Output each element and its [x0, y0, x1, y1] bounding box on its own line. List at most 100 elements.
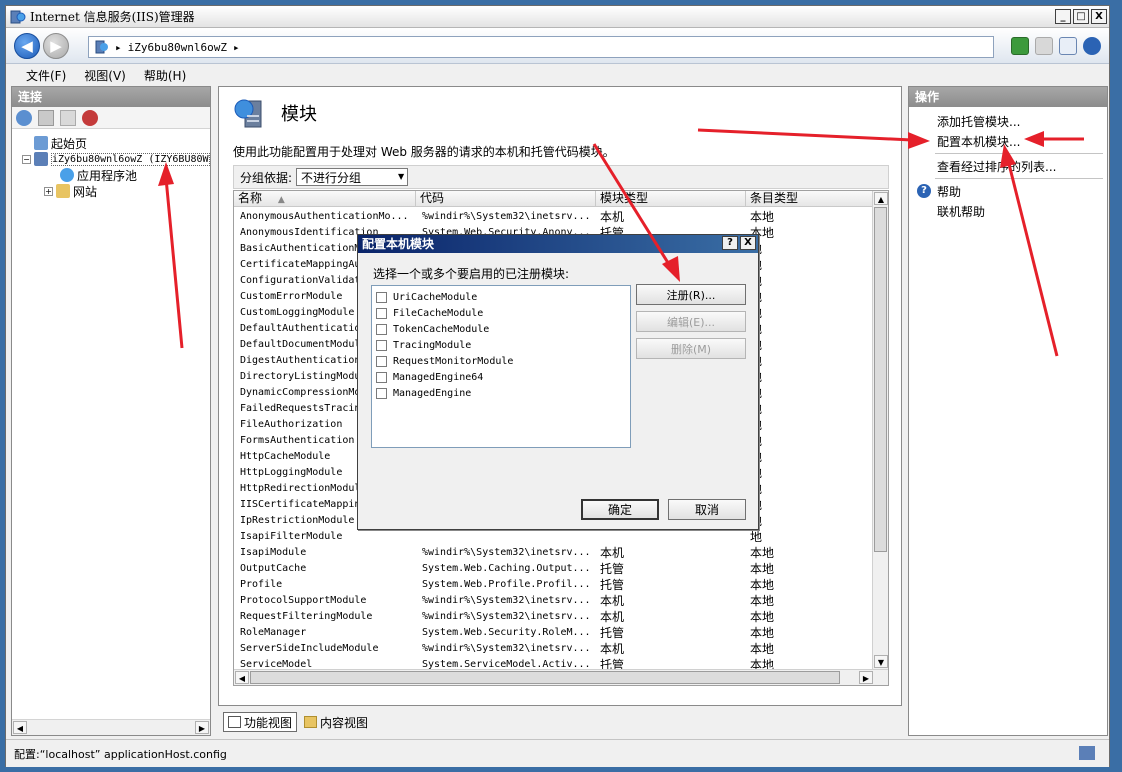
cell-code: %windir%\System32\inetsrv... [422, 210, 591, 222]
table-row[interactable]: AnonymousAuthenticationMo... %windir%\Sys… [234, 208, 874, 224]
module-checkbox[interactable] [376, 291, 387, 303]
cell-module-type: 托管 [600, 625, 625, 640]
vscroll-thumb[interactable] [874, 207, 887, 552]
cell-entry-type: 地 [746, 400, 874, 417]
help-icon[interactable] [1083, 37, 1101, 55]
module-checkbox[interactable] [376, 387, 387, 399]
grid-vscrollbar[interactable]: ▲ ▼ [872, 191, 888, 669]
list-item[interactable]: ManagedEngine [372, 385, 630, 401]
up-icon[interactable] [60, 109, 76, 126]
column-name[interactable]: 名称 ▲ [234, 191, 416, 207]
maximize-button[interactable]: □ [1073, 9, 1089, 24]
address-separator: ▸ [115, 40, 122, 54]
refresh-icon[interactable] [1011, 37, 1029, 55]
module-checkbox[interactable] [376, 371, 387, 383]
table-row[interactable]: RoleManager System.Web.Security.RoleM... 托… [234, 624, 874, 640]
address-node[interactable]: iZy6bu80wnl6owZ [128, 41, 227, 54]
home-icon[interactable] [1059, 37, 1077, 55]
save-icon[interactable] [38, 109, 54, 126]
cell-name: OutputCache [240, 562, 307, 574]
column-code[interactable]: 代码 [416, 191, 596, 207]
minimize-button[interactable]: _ [1055, 9, 1071, 24]
edit-button[interactable]: 编辑(E)... [636, 311, 746, 332]
list-item[interactable]: RequestMonitorModule [372, 353, 630, 369]
module-checkbox[interactable] [376, 307, 387, 319]
dialog-close-button[interactable]: X [740, 236, 756, 250]
groupby-select[interactable]: 不进行分组 ▼ [296, 168, 409, 186]
module-label: RequestMonitorModule [393, 355, 514, 367]
cell-name: IsapiFilterModule [240, 530, 343, 542]
sort-asc-icon: ▲ [277, 195, 285, 205]
action-help[interactable]: 帮助 [937, 183, 961, 200]
scroll-left-icon[interactable]: ◀ [13, 721, 27, 734]
dropdown-arrow-icon[interactable]: ▼ [395, 169, 407, 185]
list-item[interactable]: TokenCacheModule [372, 321, 630, 337]
cell-code: System.ServiceModel.Activ... [422, 658, 591, 670]
registered-modules-list[interactable]: UriCacheModule FileCacheModule TokenCacheM… [371, 285, 631, 448]
scroll-up-icon[interactable]: ▲ [874, 192, 888, 205]
tree-server[interactable]: − iZy6bu80wnl6owZ (IZY6BU80W [22, 151, 210, 167]
tree-start-page[interactable]: 起始页 [34, 135, 87, 151]
cancel-button[interactable]: 取消 [668, 499, 746, 520]
cell-entry-type: 本地 [750, 545, 775, 560]
module-checkbox[interactable] [376, 339, 387, 351]
scroll-down-icon[interactable]: ▼ [874, 655, 888, 668]
cell-entry-type: 本地 [750, 641, 775, 656]
tree-app-pools[interactable]: 应用程序池 [60, 167, 137, 183]
menu-file[interactable]: 文件(F) [26, 67, 66, 84]
list-item[interactable]: TracingModule [372, 337, 630, 353]
address-trailing-arrow[interactable]: ▸ [233, 41, 240, 54]
tab-content-view[interactable]: 内容视图 [299, 712, 373, 732]
column-entry-type[interactable]: 条目类型 [746, 191, 874, 207]
dialog-help-button[interactable]: ? [722, 236, 738, 250]
back-button[interactable]: ◀ [14, 33, 40, 59]
column-module-type[interactable]: 模块类型 [596, 191, 746, 207]
connect-icon[interactable] [16, 109, 32, 126]
module-checkbox[interactable] [376, 323, 387, 335]
list-item[interactable]: ManagedEngine64 [372, 369, 630, 385]
cell-entry-type: 地 [746, 240, 874, 257]
disconnect-icon[interactable] [82, 109, 98, 126]
forward-button[interactable]: ▶ [43, 33, 69, 59]
hscroll-left-icon[interactable]: ◀ [235, 671, 249, 684]
ok-button[interactable]: 确定 [581, 499, 659, 520]
menu-help[interactable]: 帮助(H) [144, 67, 186, 84]
table-row[interactable]: RequestFilteringModule %windir%\System32\… [234, 608, 874, 624]
action-online-help[interactable]: 联机帮助 [937, 203, 985, 220]
features-view-icon [228, 716, 241, 728]
table-row[interactable]: ServerSideIncludeModule %windir%\System32… [234, 640, 874, 656]
scroll-right-icon[interactable]: ▶ [195, 721, 209, 734]
expand-icon[interactable]: + [44, 186, 53, 196]
tab-features-view[interactable]: 功能视图 [223, 712, 298, 732]
hscroll-right-icon[interactable]: ▶ [859, 671, 873, 684]
page-title: 模块 [281, 104, 317, 125]
table-row[interactable]: IsapiModule %windir%\System32\inetsrv... 本… [234, 544, 874, 560]
action-configure-native-modules[interactable]: 配置本机模块... [937, 133, 1020, 150]
collapse-icon[interactable]: − [22, 154, 31, 164]
menu-view[interactable]: 视图(V) [84, 67, 126, 84]
hscroll-thumb[interactable] [250, 671, 840, 684]
action-add-managed-module[interactable]: 添加托管模块... [937, 113, 1020, 130]
action-view-ordered-list[interactable]: 查看经过排序的列表... [937, 158, 1056, 175]
list-item[interactable]: UriCacheModule [372, 289, 630, 305]
register-button[interactable]: 注册(R)... [636, 284, 746, 305]
connections-hscrollbar[interactable]: ◀ ▶ [12, 719, 210, 735]
tree-sites[interactable]: + 网站 [44, 183, 97, 199]
grid-header: 名称 ▲ 代码 模块类型 条目类型 [234, 191, 874, 207]
grid-hscrollbar[interactable]: ◀ ▶ [234, 669, 888, 685]
remove-button[interactable]: 删除(M) [636, 338, 746, 359]
table-row[interactable]: Profile System.Web.Profile.Profil... 托管 本地 [234, 576, 874, 592]
table-row[interactable]: ProtocolSupportModule %windir%\System32\i… [234, 592, 874, 608]
table-row[interactable]: IsapiFilterModule 地 [234, 528, 874, 544]
cell-entry-type: 地 [746, 320, 874, 337]
cell-entry-type: 地 [746, 480, 874, 497]
address-bar: ◀ ▶ ▸ iZy6bu80wnl6owZ ▸ [6, 28, 1109, 64]
table-row[interactable]: OutputCache System.Web.Caching.Output... 托… [234, 560, 874, 576]
cell-module-type: 本机 [600, 545, 625, 560]
stop-icon[interactable] [1035, 37, 1053, 55]
address-field[interactable]: ▸ iZy6bu80wnl6owZ ▸ [88, 36, 994, 58]
cell-name: ServiceModel [240, 658, 313, 670]
close-button[interactable]: X [1091, 9, 1107, 24]
list-item[interactable]: FileCacheModule [372, 305, 630, 321]
module-checkbox[interactable] [376, 355, 387, 367]
